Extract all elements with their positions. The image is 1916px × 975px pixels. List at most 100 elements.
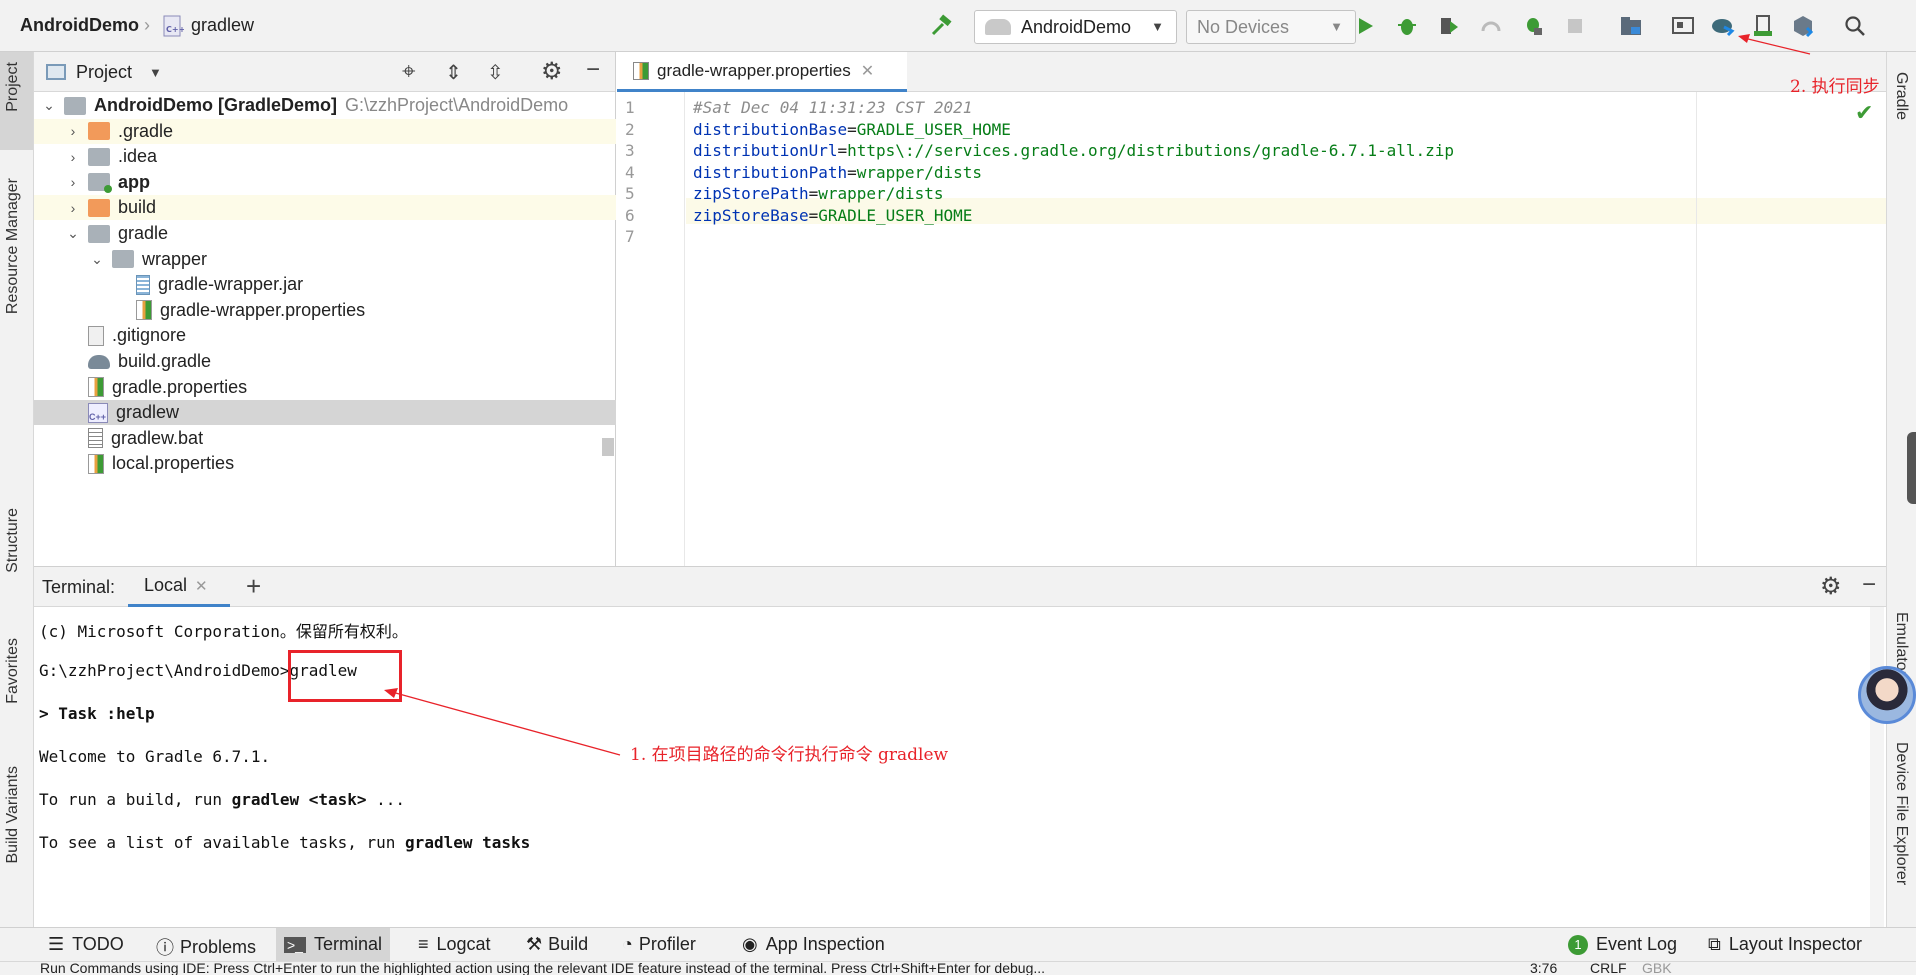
locate-icon[interactable]: ⌖	[402, 58, 416, 86]
code-value: GRADLE_USER_HOME	[818, 205, 973, 225]
terminal-task: Task :help	[58, 704, 155, 723]
minimize-icon[interactable]: −	[586, 56, 600, 84]
device-manager-icon[interactable]	[1670, 13, 1696, 39]
close-icon[interactable]: ✕	[195, 577, 208, 595]
tool-tab-gradle[interactable]: Gradle	[1892, 72, 1910, 120]
terminal-line: Welcome to Gradle 6.7.1.	[39, 747, 271, 766]
tool-tab-todo[interactable]: ☰ TODO	[48, 934, 124, 955]
terminal-line: (c) Microsoft Corporation。保留所有权利。	[39, 622, 408, 641]
tree-item[interactable]: .gitignore	[34, 323, 616, 348]
chevron-down-icon[interactable]: ▼	[149, 65, 162, 80]
tool-tab-device-file-explorer[interactable]: Device File Explorer	[1892, 742, 1910, 885]
profile-icon[interactable]	[1478, 13, 1504, 39]
text-file-icon	[88, 428, 103, 449]
tree-item[interactable]: build.gradle	[34, 349, 616, 374]
breadcrumb-file[interactable]: gradlew	[191, 15, 254, 36]
breadcrumb-project[interactable]: AndroidDemo	[20, 15, 139, 36]
run-config-dropdown[interactable]: AndroidDemo ▼	[974, 10, 1177, 44]
code-line: #Sat Dec 04 11:31:23 CST 2021	[693, 98, 972, 117]
minimize-icon[interactable]: −	[1862, 571, 1876, 599]
hammer-icon[interactable]	[928, 13, 954, 39]
tree-item[interactable]: ⌄ gradle	[34, 221, 616, 246]
close-icon[interactable]: ✕	[861, 61, 874, 81]
tree-item[interactable]: › .gradle	[34, 118, 616, 144]
tree-item[interactable]: gradlew.bat	[34, 426, 616, 451]
attach-debugger-icon[interactable]	[1520, 13, 1546, 39]
chevron-down-icon[interactable]: ⌄	[88, 251, 106, 268]
tree-item[interactable]: › .idea	[34, 144, 616, 169]
new-tab-icon[interactable]: +	[246, 571, 261, 602]
gitignore-file-icon	[88, 325, 104, 346]
tool-tab-favorites[interactable]: Favorites	[4, 638, 22, 704]
tool-tab-problems[interactable]: ⓘ Problems	[156, 934, 256, 960]
chevron-right-icon[interactable]: ›	[64, 174, 82, 190]
bottom-tool-bar: ☰ TODO ⓘ Problems >_ Terminal ≡ Logcat ⚒ Buil…	[0, 927, 1916, 961]
terminal-tab-local[interactable]: Local ✕	[128, 567, 230, 607]
expand-all-icon[interactable]: ⇕	[445, 60, 462, 85]
tool-tab-build-variants[interactable]: Build Variants	[4, 766, 22, 864]
properties-file-icon	[88, 453, 104, 474]
chevron-down-icon[interactable]: ⌄	[40, 97, 58, 114]
collapse-all-icon[interactable]: ⇳	[487, 60, 504, 85]
project-panel-header: Project ▼ ⌖ ⇕ ⇳ ⚙ −	[34, 52, 615, 92]
info-icon: ⓘ	[156, 938, 174, 958]
gear-icon[interactable]: ⚙	[541, 57, 563, 86]
code-key: zipStorePath	[693, 184, 809, 203]
scrollbar[interactable]	[602, 438, 614, 456]
tree-item[interactable]: local.properties	[34, 451, 616, 476]
stop-icon[interactable]	[1562, 13, 1588, 39]
project-view-dropdown[interactable]: Project	[76, 62, 132, 83]
tool-tab-terminal[interactable]: >_ Terminal	[276, 928, 390, 961]
device-dropdown[interactable]: No Devices ▼	[1186, 10, 1356, 44]
tool-tab-resource-manager[interactable]: Resource Manager	[4, 178, 22, 314]
code-value: wrapper/dists	[856, 162, 982, 182]
run-icon[interactable]	[1352, 13, 1378, 39]
line-number: 6	[625, 205, 635, 225]
chevron-right-icon[interactable]: ›	[64, 200, 82, 216]
debug-icon[interactable]	[1394, 13, 1420, 39]
terminal-text: To run a build, run	[39, 790, 232, 809]
line-number: 2	[625, 119, 635, 139]
tool-tab-structure[interactable]: Structure	[4, 508, 22, 573]
chevron-down-icon[interactable]: ⌄	[64, 225, 82, 242]
chevron-right-icon[interactable]: ›	[64, 123, 82, 139]
properties-file-icon	[136, 300, 152, 321]
cpp-file-icon: C++	[88, 402, 108, 423]
tree-item[interactable]: C++ gradlew	[34, 400, 616, 426]
editor-tab-label: gradle-wrapper.properties	[657, 60, 851, 80]
line-separator[interactable]: CRLF	[1590, 962, 1627, 975]
tool-tab-logcat[interactable]: ≡ Logcat	[418, 934, 491, 955]
caret-position[interactable]: 3:76	[1530, 962, 1557, 975]
tool-tab-profiler[interactable]: ◔ Profiler	[622, 934, 696, 955]
tree-item[interactable]: › app	[34, 170, 616, 195]
search-icon[interactable]	[1842, 13, 1868, 39]
editor-tab[interactable]: gradle-wrapper.properties ✕	[617, 52, 907, 92]
line-number: 4	[625, 162, 635, 182]
tree-item[interactable]: gradle-wrapper.jar	[34, 272, 616, 297]
code-key: distributionBase	[693, 119, 848, 139]
code-value: wrapper/dists	[818, 184, 944, 203]
module-icon	[88, 173, 112, 194]
tool-tab-project[interactable]: Project	[4, 62, 22, 112]
right-tool-stripe: Gradle Emulator Device File Explorer	[1886, 52, 1916, 927]
layout-inspector-icon: ⧉	[1708, 934, 1721, 954]
project-structure-icon[interactable]	[1618, 13, 1644, 39]
file-encoding[interactable]: GBK	[1642, 962, 1672, 975]
tool-tab-event-log[interactable]: 1 Event Log	[1568, 934, 1677, 955]
tool-tab-label: Problems	[180, 936, 257, 957]
tree-item[interactable]: gradle-wrapper.properties	[34, 298, 616, 323]
tree-item[interactable]: gradle.properties	[34, 375, 616, 400]
apply-changes-icon[interactable]	[1436, 13, 1462, 39]
gear-icon[interactable]: ⚙	[1820, 572, 1842, 601]
scrollbar[interactable]	[1870, 607, 1884, 927]
chevron-right-icon[interactable]: ›	[64, 149, 82, 165]
sync-gradle-icon[interactable]	[1710, 13, 1736, 39]
tree-item[interactable]: › build	[34, 195, 616, 221]
gradle-icon	[88, 354, 110, 369]
tree-item[interactable]: ⌄ wrapper	[34, 247, 616, 272]
tool-tab-app-inspection[interactable]: ◉ App Inspection	[742, 934, 885, 955]
tool-tab-layout-inspector[interactable]: ⧉ Layout Inspector	[1708, 934, 1862, 955]
tool-tab-build[interactable]: ⚒ Build	[526, 934, 588, 955]
device-indicator	[1907, 432, 1916, 504]
tree-item[interactable]: ⌄ AndroidDemo [GradleDemo] G:\zzhProject\A…	[34, 93, 616, 118]
